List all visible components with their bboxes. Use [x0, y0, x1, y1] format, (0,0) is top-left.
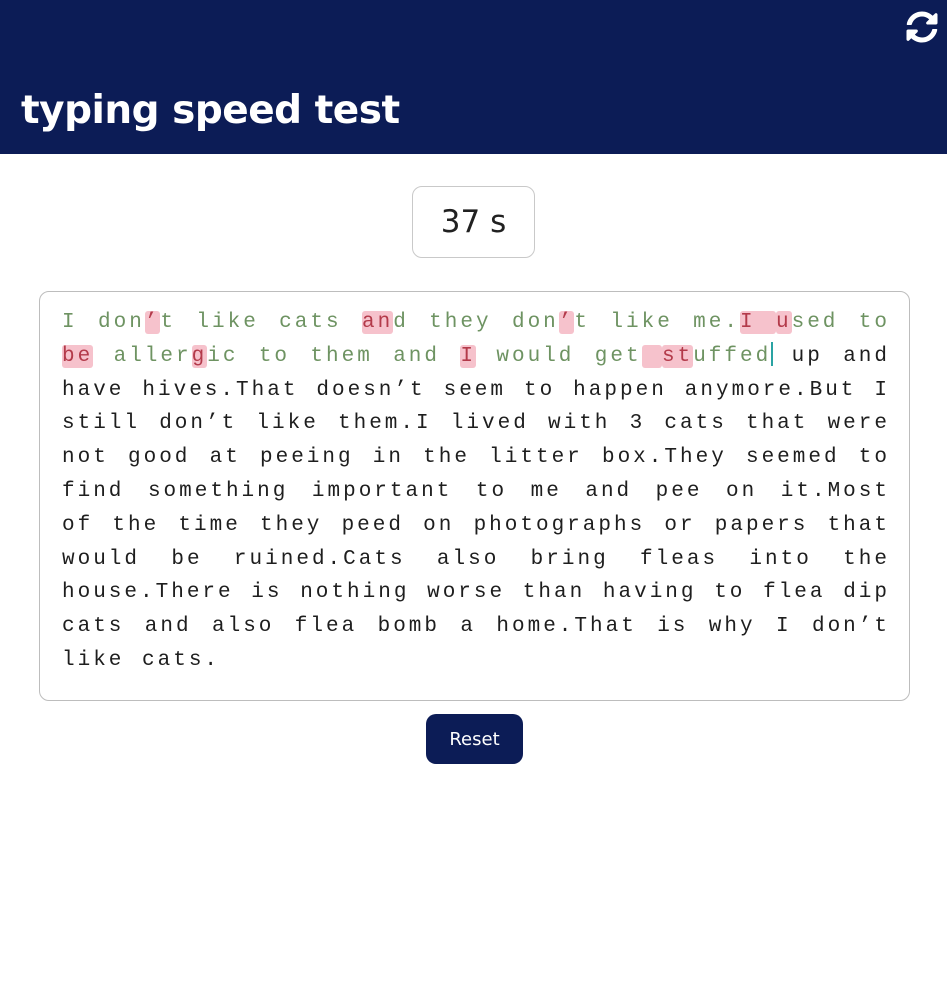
typed-correct-chars: uffed [693, 344, 772, 368]
typed-error-chars [641, 344, 662, 368]
typed-correct-chars: ic to them and [207, 344, 461, 368]
typed-correct-chars: d they don [393, 311, 559, 334]
refresh-icon[interactable] [906, 11, 938, 43]
typed-correct-chars: aller [93, 344, 192, 368]
passage-text: I don’t like cats and they don’t like me… [62, 306, 890, 678]
remaining-text: up and have hives.That doesn’t seem to h… [62, 344, 890, 672]
typed-correct-chars: would get [476, 344, 642, 368]
typed-error-chars: I [740, 311, 776, 334]
typed-correct-chars: t like cats [160, 311, 362, 334]
typed-correct-chars: t like me. [574, 311, 740, 334]
timer-display: 37 s [412, 186, 535, 258]
typed-error-chars: be [62, 344, 94, 368]
typed-error-chars: u [775, 311, 792, 334]
typed-error-chars: an [361, 311, 394, 334]
typed-error-chars: I [460, 344, 476, 368]
timer-value: 37 s [440, 204, 507, 240]
typed-correct-chars: sed to [791, 311, 890, 334]
reset-button[interactable]: Reset [426, 714, 523, 764]
app-header: typing speed test [0, 0, 947, 154]
typed-error-chars: st [661, 344, 694, 368]
typed-error-chars: g [191, 344, 208, 368]
typed-error-chars: ’ [144, 311, 161, 334]
typed-error-chars: ’ [558, 311, 575, 334]
typing-area[interactable]: I don’t like cats and they don’t like me… [39, 291, 910, 701]
app-title: typing speed test [21, 88, 400, 133]
typed-correct-chars: I don [62, 311, 145, 334]
